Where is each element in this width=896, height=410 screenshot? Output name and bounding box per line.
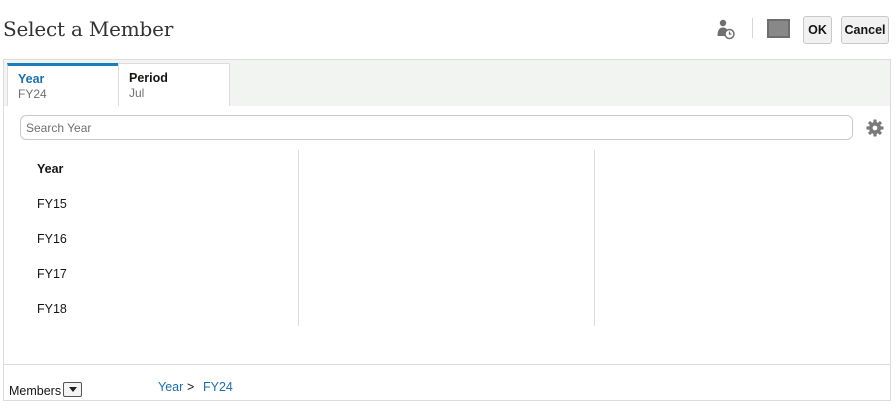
column-divider (594, 150, 595, 326)
members-dropdown-button[interactable] (63, 382, 82, 397)
breadcrumb-separator: > (187, 380, 195, 394)
member-item-fy18[interactable]: FY18 (37, 302, 67, 316)
member-list-header: Year (37, 162, 64, 176)
breadcrumb-year[interactable]: Year (158, 380, 183, 394)
ok-button[interactable]: OK (803, 16, 832, 44)
chevron-down-icon (68, 387, 77, 392)
tab-period-name: Period (129, 71, 168, 85)
tab-year-value: FY24 (18, 87, 47, 101)
breadcrumb-fy24[interactable]: FY24 (203, 380, 233, 394)
dimension-tab-bar: Year FY24 Period Jul (4, 60, 890, 106)
footer-divider (4, 364, 890, 365)
tab-period[interactable]: Period Jul (118, 63, 230, 106)
toolbar-divider (752, 18, 753, 38)
member-item-fy16[interactable]: FY16 (37, 232, 67, 246)
search-input[interactable] (20, 115, 853, 140)
member-item-fy15[interactable]: FY15 (37, 197, 67, 211)
tab-period-value: Jul (129, 86, 145, 100)
member-item-fy17[interactable]: FY17 (37, 267, 67, 281)
person-clock-icon[interactable] (716, 19, 736, 41)
tab-year-name: Year (18, 72, 45, 86)
dialog-title: Select a Member (3, 17, 174, 41)
tab-year[interactable]: Year FY24 (7, 63, 119, 106)
column-divider (298, 150, 299, 326)
member-selector-panel: Year FY24 Period Jul Year FY15 FY16 FY17… (3, 59, 891, 401)
gear-icon[interactable] (866, 119, 884, 137)
square-icon[interactable] (767, 19, 790, 38)
cancel-button[interactable]: Cancel (841, 16, 889, 44)
members-label: Members (9, 384, 62, 398)
